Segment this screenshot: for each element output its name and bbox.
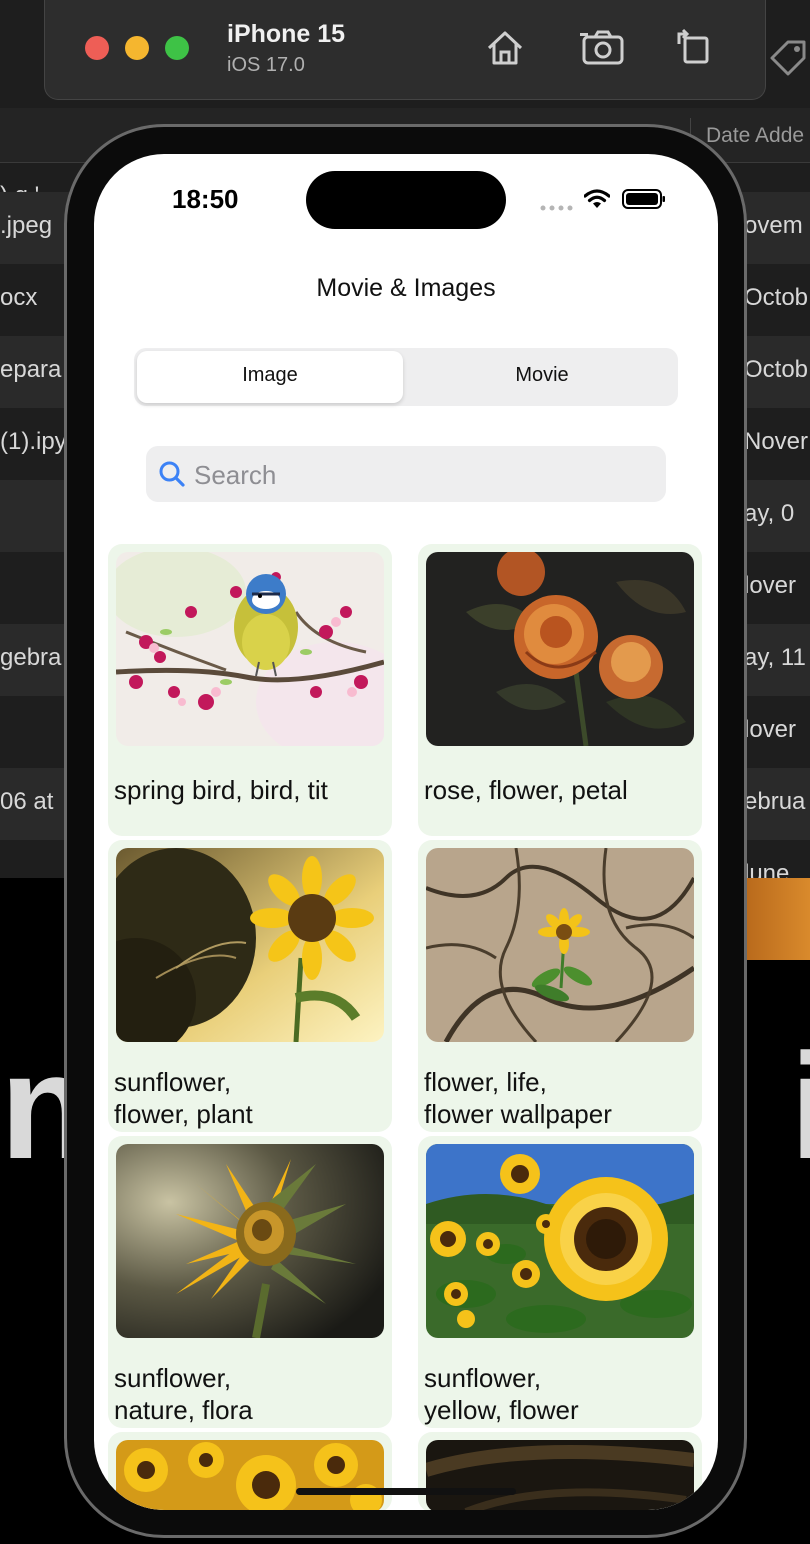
rotate-icon[interactable]: [669, 24, 717, 72]
os-version: iOS 17.0: [227, 54, 305, 76]
screenshot-icon[interactable]: [579, 24, 627, 72]
battery-icon: [622, 189, 665, 209]
image-card[interactable]: [108, 1432, 392, 1510]
image-card[interactable]: flower, life, flower wallpaper: [418, 840, 702, 1132]
segment-movie[interactable]: Movie: [406, 364, 678, 387]
sunflowers-photo: [116, 1440, 384, 1510]
card-label: sunflower, flower, plant: [114, 1067, 253, 1129]
sunflower-field-photo: [426, 1144, 694, 1338]
page-title: Movie & Images: [316, 274, 496, 302]
iphone-screen: 18:50 Movie & Images Image Movie Search: [94, 154, 718, 1510]
device-name: iPhone 15: [227, 20, 346, 48]
background-big-text-right: i: [790, 1020, 810, 1193]
rose-photo: [426, 552, 694, 746]
segment-image[interactable]: Image: [134, 364, 406, 387]
search-input[interactable]: Search: [194, 460, 276, 491]
dynamic-island: [306, 171, 506, 229]
search-icon: [159, 461, 185, 487]
image-card[interactable]: [418, 1432, 702, 1510]
zoom-window-button[interactable]: [165, 36, 189, 60]
tag-icon[interactable]: [766, 36, 810, 80]
status-time: 18:50: [172, 184, 239, 214]
card-label: sunflower, yellow, flower: [424, 1363, 579, 1425]
wifi-icon: [584, 189, 610, 208]
card-label: spring bird, bird, tit: [114, 775, 328, 805]
minimize-window-button[interactable]: [125, 36, 149, 60]
card-label: flower, life, flower wallpaper: [424, 1067, 612, 1129]
simulator-toolbar: iPhone 15 iOS 17.0: [44, 0, 766, 100]
home-icon[interactable]: [481, 24, 529, 72]
bird-photo: [116, 552, 384, 746]
dark-photo: [426, 1440, 694, 1510]
cellular-signal-icon: [540, 205, 573, 211]
close-window-button[interactable]: [85, 36, 109, 60]
image-card[interactable]: sunflower, flower, plant: [108, 840, 392, 1132]
segmented-control: Image Movie: [134, 348, 678, 406]
image-card[interactable]: sunflower, nature, flora: [108, 1136, 392, 1428]
card-label: sunflower, nature, flora: [114, 1363, 253, 1425]
background-image-strip: [746, 878, 810, 960]
image-card[interactable]: spring bird, bird, tit: [108, 544, 392, 836]
search-bar[interactable]: Search: [146, 446, 666, 502]
date-added-column-header[interactable]: Date Adde: [706, 124, 804, 148]
sunflower-sunset-photo: [116, 848, 384, 1042]
card-label: rose, flower, petal: [424, 775, 628, 805]
image-card[interactable]: sunflower, yellow, flower: [418, 1136, 702, 1428]
home-indicator[interactable]: [296, 1488, 516, 1495]
cracked-soil-flower-photo: [426, 848, 694, 1042]
image-card[interactable]: rose, flower, petal: [418, 544, 702, 836]
sunflower-closeup-photo: [116, 1144, 384, 1338]
